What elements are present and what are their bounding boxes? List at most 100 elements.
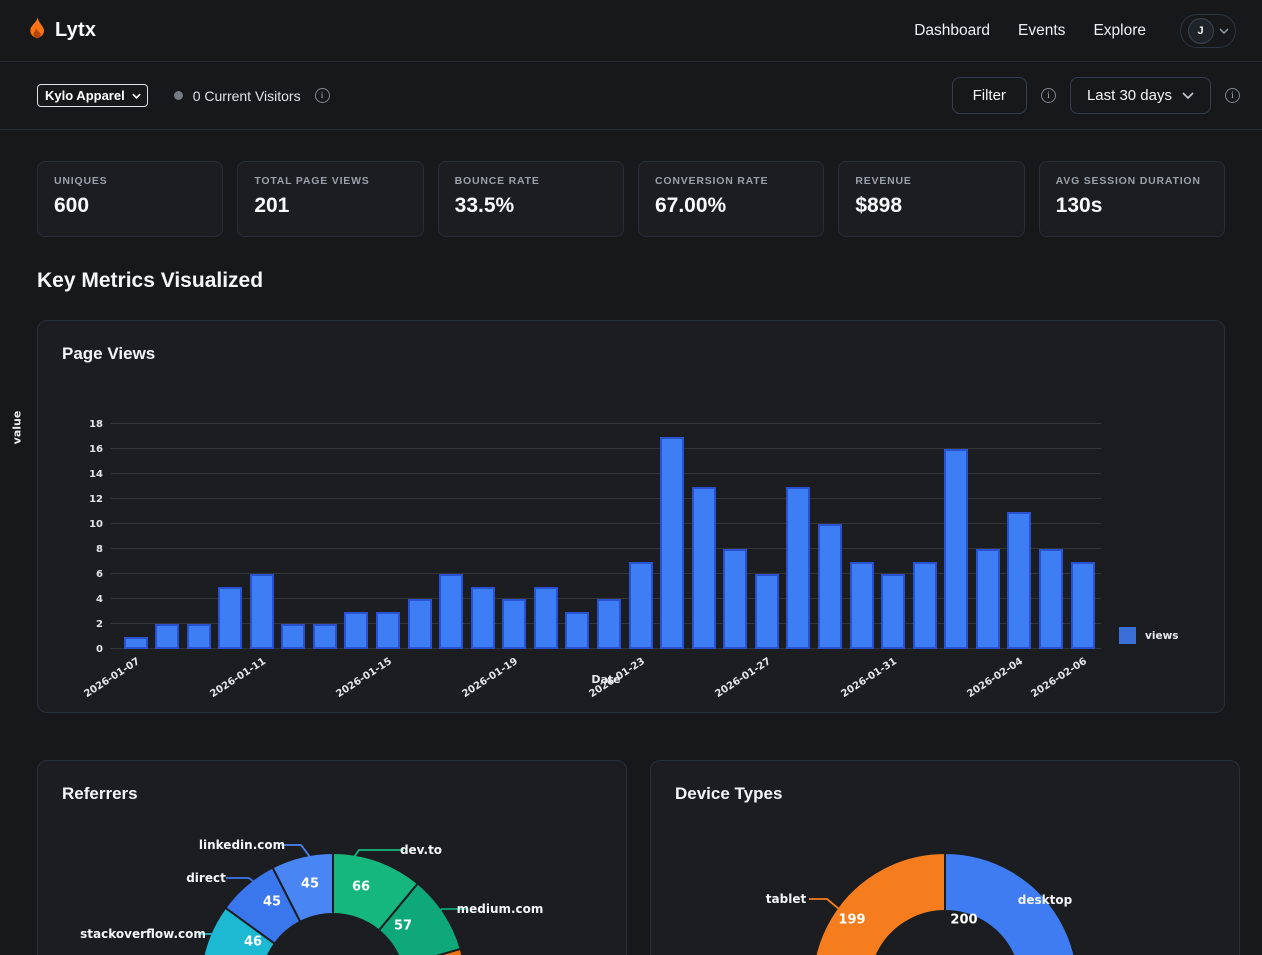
x-tick-label: 2026-02-04: [966, 656, 1026, 700]
site-selector-value: Kylo Apparel: [45, 88, 125, 103]
y-axis-label: value: [10, 411, 23, 445]
stat-label: AVG SESSION DURATION: [1056, 175, 1208, 187]
nav-link-events[interactable]: Events: [1018, 22, 1065, 40]
donut-value-tablet: 199: [838, 913, 865, 928]
x-tick-label: 2026-01-11: [208, 656, 268, 700]
stat-value: 67.00%: [655, 194, 807, 218]
stat-card-total-page-views: TOTAL PAGE VIEWS 201: [237, 161, 423, 237]
top-nav: Lytx Dashboard Events Explore J: [0, 0, 1262, 62]
referrers-donut-chart: [38, 761, 628, 955]
page-views-card: Page Views value 0246810121416182026-01-…: [37, 320, 1225, 713]
chevron-down-icon: [1182, 92, 1194, 99]
bar-2026-01-23: [629, 562, 653, 650]
bar-2026-01-31: [881, 574, 905, 649]
date-range-label: Last 30 days: [1087, 87, 1172, 104]
current-visitors-text: 0 Current Visitors: [193, 88, 301, 104]
donut-label-tablet: tablet: [766, 892, 806, 906]
x-tick-label: 2026-01-27: [713, 656, 773, 700]
toolbar: Kylo Apparel 0 Current Visitors i Filter…: [0, 62, 1262, 130]
live-visitors-dot: [174, 91, 183, 100]
y-tick-label: 10: [65, 519, 103, 530]
bar-2026-01-08: [155, 624, 179, 649]
section-title: Key Metrics Visualized: [37, 269, 263, 293]
leader-line-tablet: [809, 899, 839, 909]
legend-swatch: [1119, 627, 1136, 644]
bar-2026-01-15: [376, 612, 400, 650]
chevron-down-icon: [132, 93, 141, 99]
donut-value-linkedin.com: 45: [301, 877, 319, 892]
bar-2026-01-17: [439, 574, 463, 649]
donut-value-desktop: 200: [950, 913, 977, 928]
bar-2026-01-18: [471, 587, 495, 650]
user-menu[interactable]: J: [1180, 14, 1236, 48]
stat-label: BOUNCE RATE: [455, 175, 607, 187]
page-views-title: Page Views: [62, 344, 155, 364]
x-axis-label: Date: [496, 673, 716, 686]
toolbar-right: Filter i Last 30 days i: [952, 77, 1240, 114]
bar-2026-01-21: [565, 612, 589, 650]
stat-card-conversion-rate: CONVERSION RATE 67.00%: [638, 161, 824, 237]
dashboard-page: Lytx Dashboard Events Explore J Kylo App…: [0, 0, 1262, 955]
bar-2026-02-06: [1071, 562, 1095, 650]
bar-2026-01-30: [850, 562, 874, 650]
bar-2026-01-10: [218, 587, 242, 650]
nav-links: Dashboard Events Explore J: [914, 14, 1236, 48]
y-tick-label: 0: [65, 644, 103, 655]
stat-label: UNIQUES: [54, 175, 206, 187]
donut-label-desktop: desktop: [1018, 893, 1072, 907]
bar-2026-01-16: [408, 599, 432, 649]
stat-card-avg-session: AVG SESSION DURATION 130s: [1039, 161, 1225, 237]
y-tick-label: 4: [65, 594, 103, 605]
y-tick-label: 16: [65, 444, 103, 455]
donut-value-medium.com: 57: [394, 919, 412, 934]
stat-value: 130s: [1056, 194, 1208, 218]
nav-link-explore[interactable]: Explore: [1093, 22, 1146, 40]
filter-info-icon[interactable]: i: [1041, 88, 1056, 103]
stat-card-revenue: REVENUE $898: [838, 161, 1024, 237]
bar-chart-plot: 0246810121416182026-01-072026-01-112026-…: [111, 424, 1101, 649]
y-tick-label: 12: [65, 494, 103, 505]
stat-value: $898: [855, 194, 1007, 218]
bar-2026-01-11: [250, 574, 274, 649]
bar-2026-02-03: [976, 549, 1000, 649]
donut-label-dev.to: dev.to: [400, 843, 442, 857]
stat-value: 33.5%: [455, 194, 607, 218]
bar-2026-01-20: [534, 587, 558, 650]
donut-value-stackoverflow.com: 46: [244, 935, 262, 950]
donut-label-direct: direct: [186, 871, 226, 885]
bar-2026-01-19: [502, 599, 526, 649]
device-types-donut-chart: [651, 761, 1241, 955]
bar-2026-01-28: [786, 487, 810, 650]
bar-2026-01-13: [313, 624, 337, 649]
bar-2026-01-27: [755, 574, 779, 649]
bar-2026-02-04: [1007, 512, 1031, 650]
stat-card-bounce-rate: BOUNCE RATE 33.5%: [438, 161, 624, 237]
bar-2026-01-24: [660, 437, 684, 650]
y-tick-label: 14: [65, 469, 103, 480]
stat-value: 600: [54, 194, 206, 218]
nav-link-dashboard[interactable]: Dashboard: [914, 22, 990, 40]
brand[interactable]: Lytx: [26, 16, 96, 45]
referrers-card: Referrers linkedin.comdirectstackoverflo…: [37, 760, 627, 955]
y-tick-label: 2: [65, 619, 103, 630]
stat-cards-row: UNIQUES 600 TOTAL PAGE VIEWS 201 BOUNCE …: [37, 161, 1225, 237]
brand-name: Lytx: [55, 19, 96, 42]
date-range-button[interactable]: Last 30 days: [1070, 77, 1211, 114]
stat-label: CONVERSION RATE: [655, 175, 807, 187]
site-selector[interactable]: Kylo Apparel: [37, 84, 148, 107]
x-tick-label: 2026-02-06: [1029, 656, 1089, 700]
range-info-icon[interactable]: i: [1225, 88, 1240, 103]
flame-logo-icon: [26, 16, 45, 45]
bar-2026-01-09: [187, 624, 211, 649]
legend-label: views: [1145, 630, 1179, 642]
donut-label-stackoverflow.com: stackoverflow.com: [80, 927, 206, 941]
filter-button[interactable]: Filter: [952, 77, 1027, 114]
gridline: [111, 423, 1101, 424]
stat-label: REVENUE: [855, 175, 1007, 187]
y-tick-label: 18: [65, 419, 103, 430]
donut-label-medium.com: medium.com: [457, 902, 544, 916]
visitors-info-icon[interactable]: i: [315, 88, 330, 103]
bar-2026-01-26: [723, 549, 747, 649]
y-tick-label: 6: [65, 569, 103, 580]
bar-2026-01-07: [124, 637, 148, 650]
